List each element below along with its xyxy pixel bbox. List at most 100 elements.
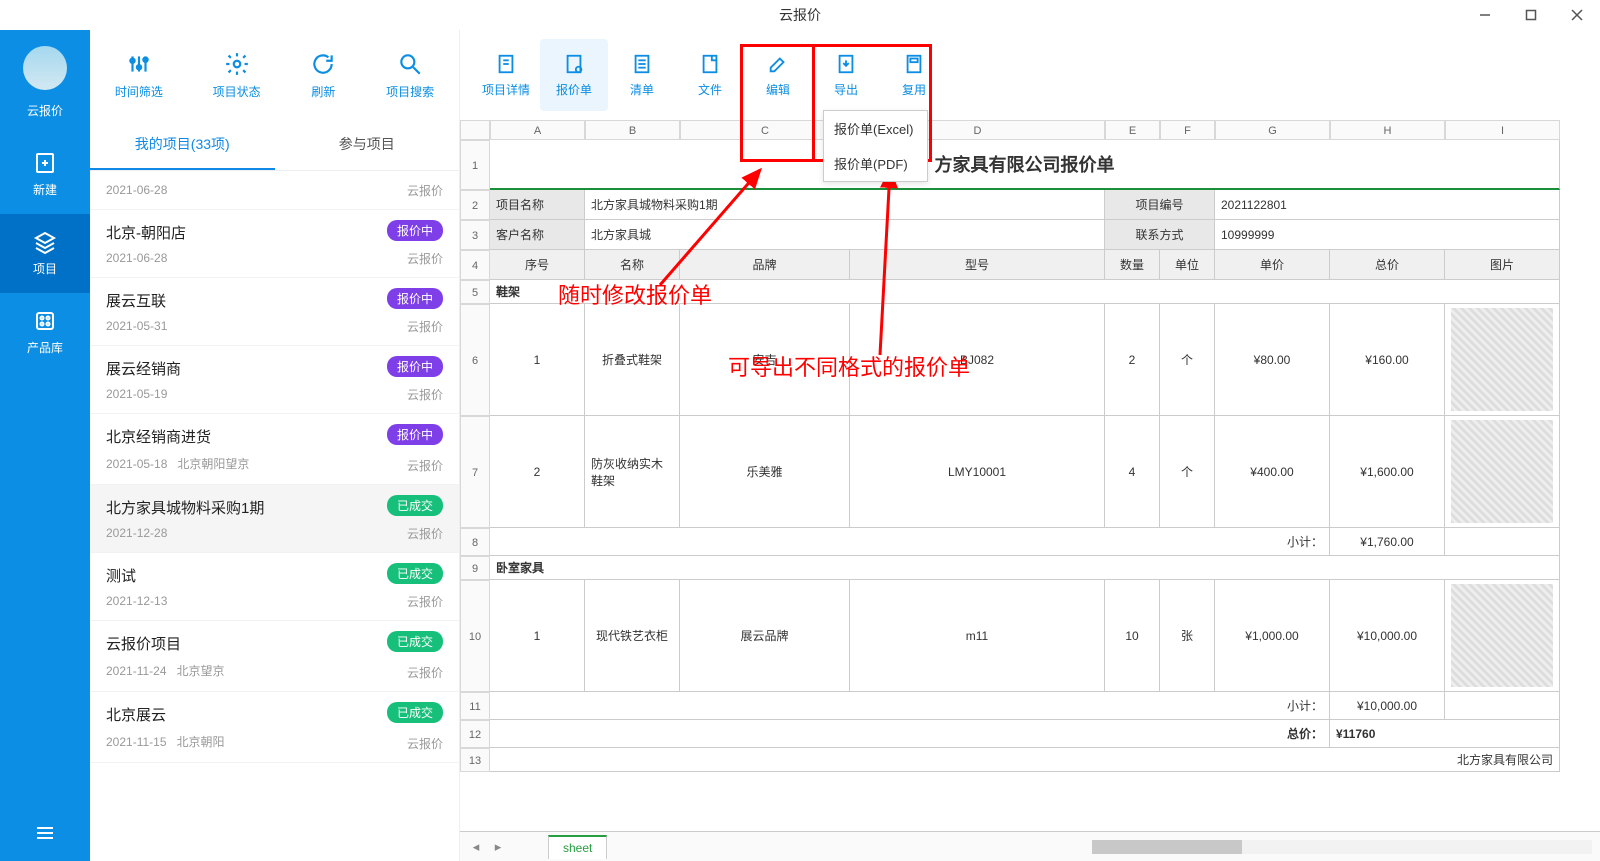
cell[interactable]: 图片 <box>1445 250 1560 280</box>
sheet-next[interactable]: ▸ <box>490 839 506 855</box>
cell[interactable] <box>1445 528 1560 556</box>
cell[interactable]: 方家具有限公司报价单 <box>490 140 1560 190</box>
tool-refresh[interactable]: 刷新 <box>310 51 336 100</box>
tool-status[interactable]: 项目状态 <box>213 51 261 100</box>
cell[interactable]: 序号 <box>490 250 585 280</box>
tool-search[interactable]: 项目搜索 <box>386 51 434 100</box>
content-tool-1[interactable]: 报价单 <box>540 39 608 111</box>
content-tool-3[interactable]: 文件 <box>676 39 744 111</box>
cell[interactable]: 2 <box>490 416 585 528</box>
cell[interactable]: 10 <box>1105 580 1160 692</box>
avatar[interactable] <box>23 46 67 90</box>
project-source: 云报价 <box>407 593 443 610</box>
cell[interactable]: ¥400.00 <box>1215 416 1330 528</box>
cell[interactable]: 防灰收纳实木鞋架 <box>585 416 680 528</box>
cell[interactable]: 个 <box>1160 304 1215 416</box>
project-date: 2021-05-19 <box>106 387 167 401</box>
cell[interactable] <box>1445 692 1560 720</box>
corner[interactable] <box>460 120 490 140</box>
cell[interactable] <box>1445 304 1560 416</box>
h-scrollbar[interactable] <box>1092 840 1592 854</box>
cell[interactable]: 品牌 <box>680 250 850 280</box>
cell[interactable]: 单位 <box>1160 250 1215 280</box>
content-tool-0[interactable]: 项目详情 <box>472 39 540 111</box>
cell[interactable]: 卧室家具 <box>490 556 1560 580</box>
tab-joined-projects[interactable]: 参与项目 <box>275 120 460 170</box>
tool-time-filter[interactable]: 时间筛选 <box>115 51 163 100</box>
cell[interactable]: 数量 <box>1105 250 1160 280</box>
cell[interactable]: 个 <box>1160 416 1215 528</box>
project-item[interactable]: 北京展云2021-11-15北京朝阳已成交云报价 <box>90 692 459 763</box>
cell[interactable]: 4 <box>1105 416 1160 528</box>
cell[interactable]: 项目编号 <box>1105 190 1215 220</box>
cell[interactable]: LMY10001 <box>850 416 1105 528</box>
cell[interactable]: 总价： <box>490 720 1330 748</box>
cell[interactable]: 张 <box>1160 580 1215 692</box>
cell[interactable]: 客户名称 <box>490 220 585 250</box>
content-tool-4[interactable]: 编辑 <box>744 39 812 111</box>
nav-product[interactable]: 产品库 <box>0 293 90 372</box>
project-date: 2021-11-24 <box>106 664 167 678</box>
project-list[interactable]: 2021-06-28云报价北京-朝阳店2021-06-28报价中云报价展云互联2… <box>90 171 459 861</box>
cell[interactable]: BJ082 <box>850 304 1105 416</box>
nav-app[interactable]: 云报价 <box>0 98 90 135</box>
cell[interactable]: ¥80.00 <box>1215 304 1330 416</box>
sheet-prev[interactable]: ◂ <box>468 839 484 855</box>
content-tool-6[interactable]: 复用 <box>880 39 948 111</box>
cell[interactable]: 名称 <box>585 250 680 280</box>
cell[interactable]: ¥1,760.00 <box>1330 528 1445 556</box>
window-close[interactable] <box>1554 0 1600 30</box>
cell[interactable]: 2 <box>1105 304 1160 416</box>
project-source: 云报价 <box>407 182 443 199</box>
cell[interactable]: 乐美雅 <box>680 416 850 528</box>
sheet-tab[interactable]: sheet <box>548 835 607 859</box>
export-pdf[interactable]: 报价单(PDF) <box>824 146 927 181</box>
project-item[interactable]: 北方家具城物料采购1期2021-12-28已成交云报价 <box>90 485 459 553</box>
nav-new[interactable]: 新建 <box>0 135 90 214</box>
cell[interactable] <box>1445 416 1560 528</box>
cell[interactable]: 联系方式 <box>1105 220 1215 250</box>
cell[interactable]: 单价 <box>1215 250 1330 280</box>
content-tool-2[interactable]: 清单 <box>608 39 676 111</box>
cell[interactable]: ¥160.00 <box>1330 304 1445 416</box>
cell[interactable]: 安吉 <box>680 304 850 416</box>
project-item[interactable]: 2021-06-28云报价 <box>90 171 459 210</box>
window-minimize[interactable] <box>1462 0 1508 30</box>
cell[interactable]: 北方家具有限公司 <box>490 748 1560 772</box>
project-item[interactable]: 北京经销商进货2021-05-18北京朝阳望京报价中云报价 <box>90 414 459 485</box>
project-item[interactable]: 云报价项目2021-11-24北京望京已成交云报价 <box>90 621 459 692</box>
cell[interactable]: ¥11760 <box>1330 720 1560 748</box>
cell[interactable]: 小计： <box>490 692 1330 720</box>
cell[interactable]: 项目名称 <box>490 190 585 220</box>
window-maximize[interactable] <box>1508 0 1554 30</box>
cell[interactable] <box>1445 580 1560 692</box>
cell[interactable]: 折叠式鞋架 <box>585 304 680 416</box>
cell[interactable]: 现代铁艺衣柜 <box>585 580 680 692</box>
export-excel[interactable]: 报价单(Excel) <box>824 111 927 146</box>
project-item[interactable]: 测试2021-12-13已成交云报价 <box>90 553 459 621</box>
nav-menu[interactable] <box>0 805 90 861</box>
cell[interactable]: m11 <box>850 580 1105 692</box>
cell[interactable]: ¥10,000.00 <box>1330 692 1445 720</box>
cell[interactable]: 展云品牌 <box>680 580 850 692</box>
nav-project[interactable]: 项目 <box>0 214 90 293</box>
cell[interactable]: 鞋架 <box>490 280 1560 304</box>
project-item[interactable]: 展云经销商2021-05-19报价中云报价 <box>90 346 459 414</box>
tab-my-projects[interactable]: 我的项目(33项) <box>90 120 275 170</box>
project-item[interactable]: 北京-朝阳店2021-06-28报价中云报价 <box>90 210 459 278</box>
cell[interactable]: ¥10,000.00 <box>1330 580 1445 692</box>
cell[interactable]: ¥1,000.00 <box>1215 580 1330 692</box>
cell[interactable]: 小计： <box>490 528 1330 556</box>
content-tool-5[interactable]: 导出 <box>812 39 880 111</box>
cell[interactable]: 北方家具城物料采购1期 <box>585 190 1105 220</box>
cell[interactable]: 北方家具城 <box>585 220 1105 250</box>
cell[interactable]: 1 <box>490 304 585 416</box>
cell[interactable]: 10999999 <box>1215 220 1560 250</box>
cell[interactable]: 1 <box>490 580 585 692</box>
cell[interactable]: 总价 <box>1330 250 1445 280</box>
cell[interactable]: 2021122801 <box>1215 190 1560 220</box>
project-item[interactable]: 展云互联2021-05-31报价中云报价 <box>90 278 459 346</box>
cell[interactable]: ¥1,600.00 <box>1330 416 1445 528</box>
cell[interactable]: 型号 <box>850 250 1105 280</box>
project-source: 云报价 <box>407 525 443 542</box>
